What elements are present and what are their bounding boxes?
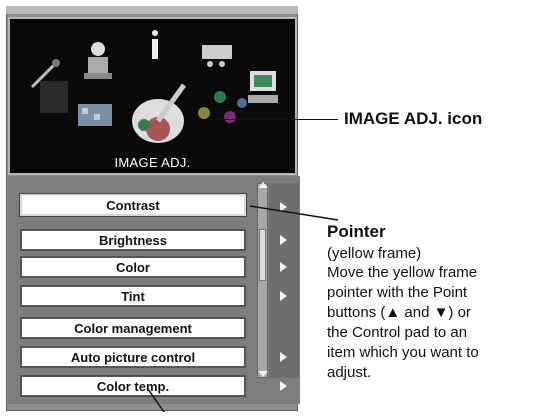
- pointer-callout-title: Pointer: [327, 222, 386, 241]
- pointer-description-line: pointer with the Point: [327, 284, 468, 301]
- pointer-description-line: buttons (▲ and ▼) or: [327, 304, 471, 321]
- pointer-description-line: the Control pad to an: [327, 324, 468, 341]
- image-adj-callout-title: IMAGE ADJ. icon: [344, 109, 483, 128]
- pointer-description-line: item which you want to: [327, 344, 479, 361]
- pointer-description-line: adjust.: [327, 364, 372, 381]
- pointer-callout-subtitle: (yellow frame): [327, 245, 422, 262]
- pointer-description-line: Move the yellow frame: [327, 264, 478, 281]
